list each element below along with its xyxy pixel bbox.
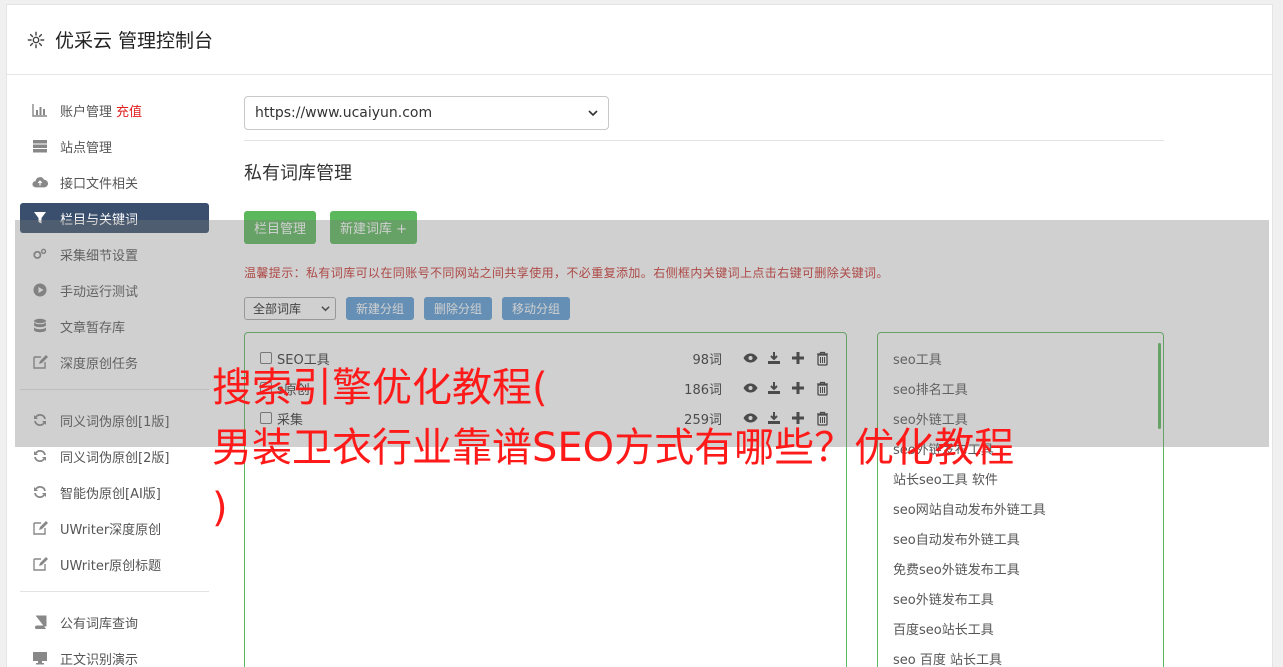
sidebar-item-uwriter-title[interactable]: UWriter原创标题 — [20, 546, 209, 582]
sidebar-item-account[interactable]: 账户管理 充值 — [20, 92, 209, 128]
sidebar-item-label: 接口文件相关 — [60, 176, 139, 192]
chevron-down-icon — [588, 110, 598, 117]
monitor-icon — [32, 650, 48, 666]
watermark-text: 搜索引擎优化教程( 男装卫衣行业靠谱SEO方式有哪些？优化教程 ) — [212, 358, 1082, 538]
edit-icon — [32, 556, 48, 572]
sidebar-item-label: 公有词库查询 — [60, 616, 139, 632]
refresh-icon — [32, 448, 48, 464]
console-title: 优采云 管理控制台 — [55, 30, 214, 52]
watermark-line: 搜索引擎优化教程( — [212, 365, 548, 411]
sidebar-item-text-recognition[interactable]: 正文识别演示 — [20, 640, 209, 667]
sidebar-item-sites[interactable]: 站点管理 — [20, 128, 209, 164]
edit-icon — [32, 520, 48, 536]
site-select[interactable]: https://www.ucaiyun.com — [244, 96, 609, 130]
sidebar-item-label: 正文识别演示 — [60, 652, 139, 667]
sidebar-item-label: 同义词伪原创[2版] — [60, 450, 170, 466]
sidebar-item-uwriter-deep[interactable]: UWriter深度原创 — [20, 510, 209, 546]
site-select-value: https://www.ucaiyun.com — [255, 105, 433, 121]
bar-chart-icon — [32, 102, 48, 118]
keyword-item[interactable]: 免费seo外链发布工具 — [878, 553, 1163, 583]
sidebar-item-public-library[interactable]: 公有词库查询 — [20, 604, 209, 640]
keyword-item[interactable]: seo 百度 站长工具 — [878, 643, 1163, 667]
divider — [244, 140, 1164, 141]
sidebar-item-label: UWriter原创标题 — [60, 558, 162, 574]
sidebar-item-label: 账户管理 — [60, 104, 113, 120]
console-header: 优采云 管理控制台 — [7, 5, 1272, 75]
gear-icon — [27, 31, 45, 48]
sidebar-item-ai-rewrite[interactable]: 智能伪原创[AI版] — [20, 474, 209, 510]
keyword-item[interactable]: seo外链发布工具 — [878, 583, 1163, 613]
keyword-item[interactable]: 百度seo站长工具 — [878, 613, 1163, 643]
sidebar-divider — [20, 591, 209, 592]
sidebar-item-label: 站点管理 — [60, 140, 113, 156]
recharge-link[interactable]: 充值 — [116, 101, 142, 120]
watermark-line: ) — [212, 485, 228, 531]
sidebar-item-label: 智能伪原创[AI版] — [60, 486, 161, 502]
sidebar-item-label: UWriter深度原创 — [60, 522, 162, 538]
book-icon — [32, 614, 48, 630]
server-icon — [32, 138, 48, 154]
cloud-upload-icon — [32, 174, 48, 190]
refresh-icon — [32, 484, 48, 500]
watermark-line: 男装卫衣行业靠谱SEO方式有哪些？优化教程 — [212, 425, 1015, 471]
page-title: 私有词库管理 — [244, 163, 352, 184]
sidebar-item-interface[interactable]: 接口文件相关 — [20, 164, 209, 200]
